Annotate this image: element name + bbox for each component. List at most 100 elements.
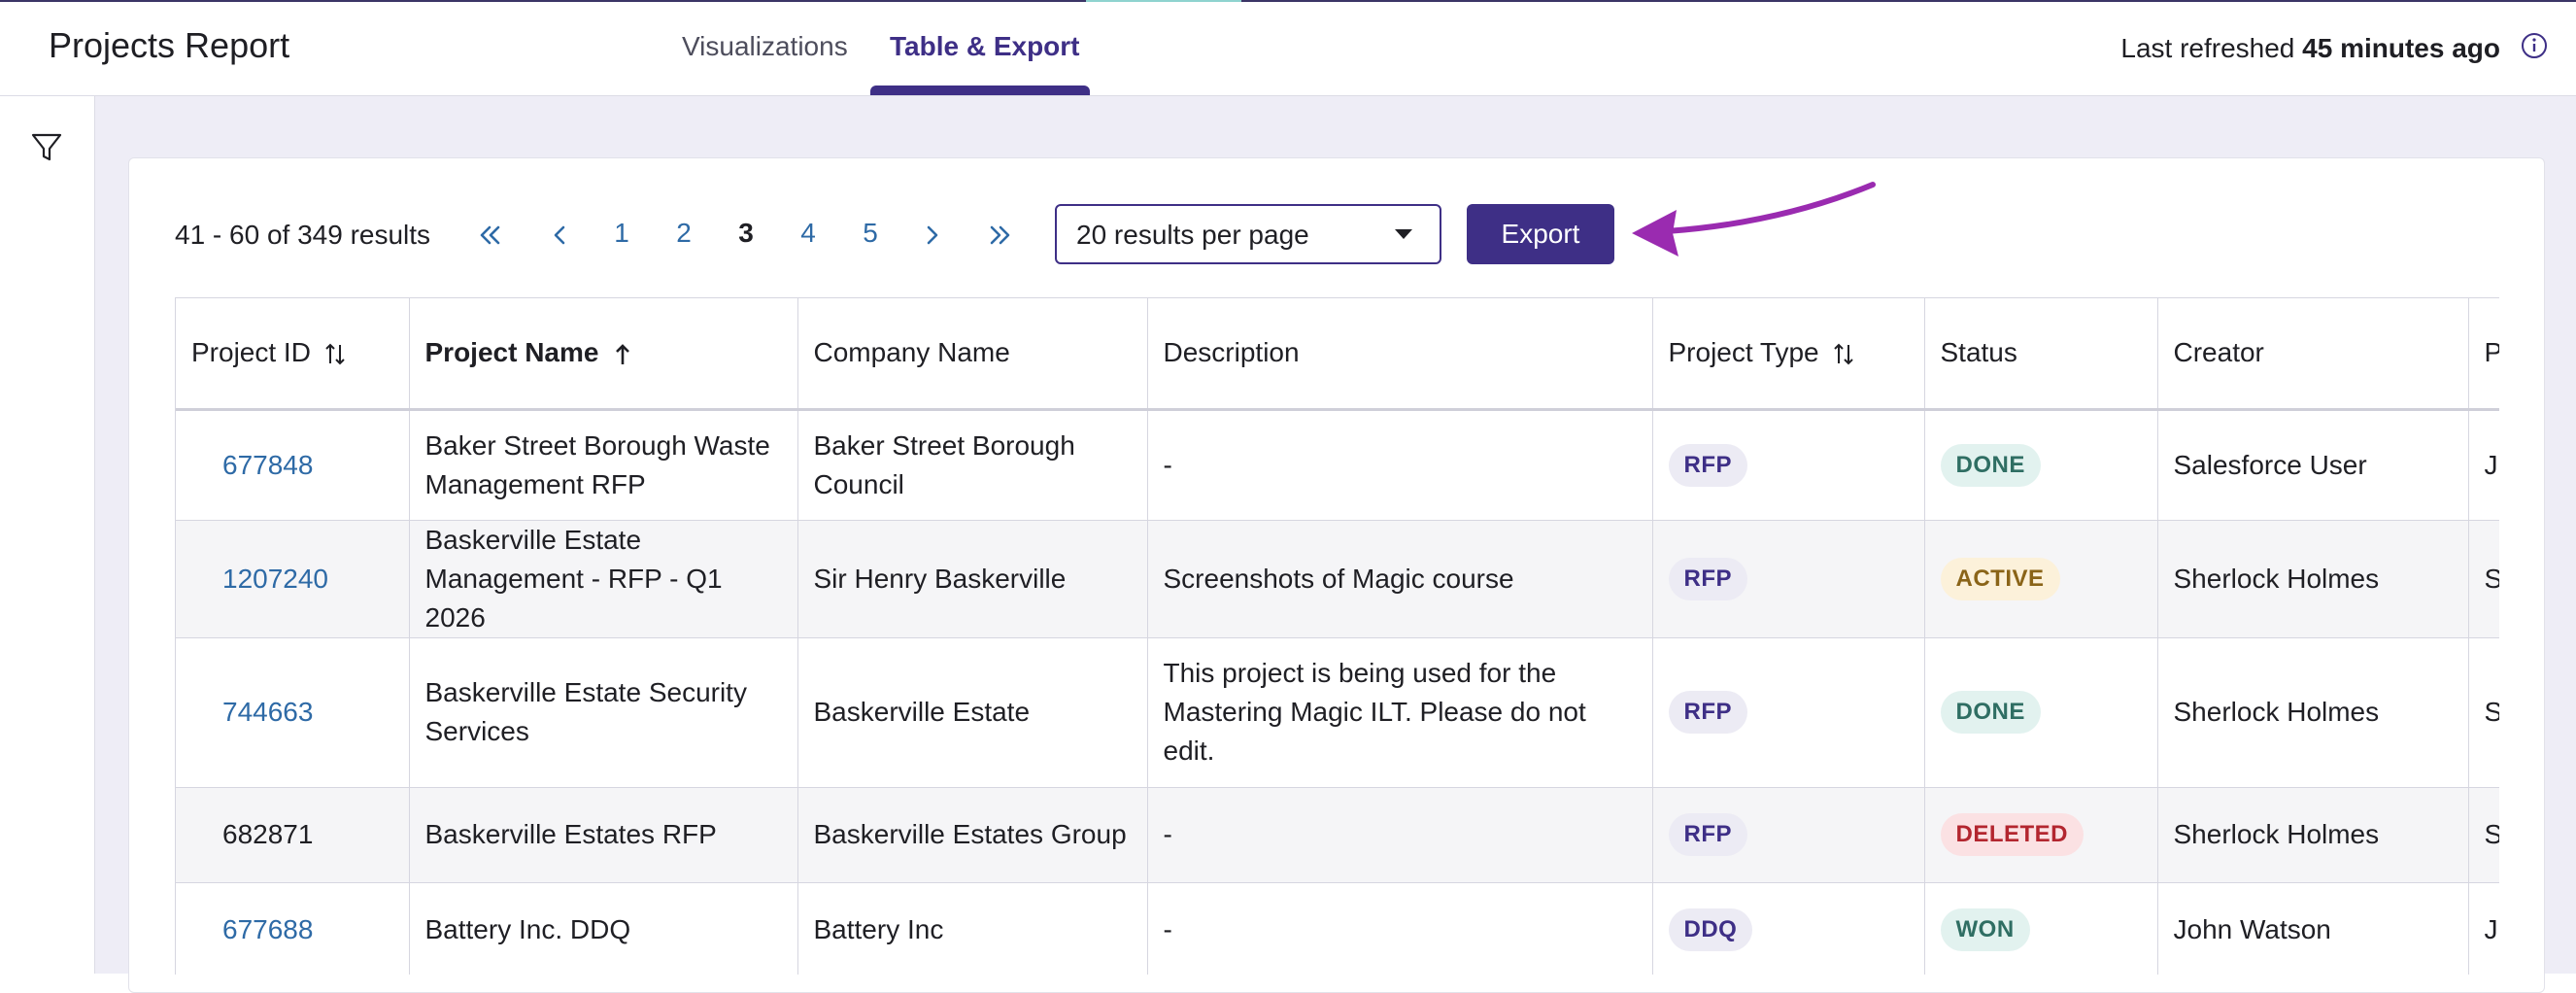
page-4[interactable]: 4 [789, 218, 828, 249]
next-page-icon[interactable] [917, 220, 948, 251]
creator: John Watson [2157, 882, 2469, 975]
project-type-cell: RFP [1652, 520, 1925, 638]
col-label: Project Name [424, 337, 599, 368]
last-page-icon[interactable] [985, 220, 1016, 251]
project-type-cell: RFP [1652, 409, 1925, 521]
company-name: Baskerville Estate [797, 637, 1148, 788]
table-header-row: Project ID Project Name Company Name Des… [176, 298, 2500, 411]
status-cell: DELETED [1924, 787, 2158, 883]
annotation-arrow [1632, 182, 1876, 257]
company-name: Battery Inc [797, 882, 1148, 975]
sort-ascending-icon[interactable] [612, 342, 633, 367]
type-badge: RFP [1668, 557, 1747, 600]
type-badge: RFP [1668, 443, 1747, 487]
type-badge: DDQ [1668, 908, 1753, 951]
creator: Sherlock Holmes [2157, 637, 2469, 788]
type-badge: RFP [1668, 813, 1747, 856]
col-project-id[interactable]: Project ID [176, 298, 410, 411]
description: - [1147, 882, 1653, 975]
project-name: Baskerville Estate Security Services [409, 637, 798, 788]
status-badge: DONE [1940, 443, 2041, 487]
refresh-prefix: Last refreshed [2120, 33, 2295, 63]
col-truncated: P [2468, 298, 2500, 411]
projects-table: Project ID Project Name Company Name Des… [175, 297, 2499, 975]
sort-icon[interactable] [324, 342, 346, 367]
info-icon[interactable] [2520, 31, 2549, 60]
project-id-link[interactable]: 744663 [176, 637, 410, 788]
refresh-value: 45 minutes ago [2302, 33, 2500, 63]
col-company-name: Company Name [797, 298, 1148, 411]
col-label: Description [1163, 337, 1300, 368]
project-type-cell: RFP [1652, 787, 1925, 883]
status-badge: DONE [1940, 691, 2041, 734]
col-label: P [2485, 337, 2500, 367]
project-id-link[interactable]: 1207240 [176, 520, 410, 638]
description: This project is being used for the Maste… [1147, 637, 1653, 788]
project-name: Baker Street Borough Waste Management RF… [409, 409, 798, 521]
previous-page-icon[interactable] [544, 220, 575, 251]
page-5[interactable]: 5 [851, 218, 890, 249]
active-tab-indicator [870, 86, 1090, 95]
filter-icon[interactable] [29, 130, 64, 165]
status-badge: WON [1940, 908, 2030, 951]
company-name: Baskerville Estates Group [797, 787, 1148, 883]
col-project-type[interactable]: Project Type [1652, 298, 1925, 411]
col-label: Project ID [191, 337, 311, 368]
status-cell: DONE [1924, 409, 2158, 521]
page-2[interactable]: 2 [664, 218, 703, 249]
tab-visualizations[interactable]: Visualizations [682, 31, 848, 62]
results-per-page-value: 20 results per page [1076, 220, 1309, 250]
company-name: Baker Street Borough Council [797, 409, 1148, 521]
status-cell: WON [1924, 882, 2158, 975]
left-sidebar [2, 96, 95, 974]
project-name: Baskerville Estate Management - RFP - Q1… [409, 520, 798, 638]
type-badge: RFP [1668, 691, 1747, 734]
col-status: Status [1924, 298, 2158, 411]
col-label: Project Type [1668, 337, 1819, 368]
project-id-link[interactable]: 677848 [176, 409, 410, 521]
table-row: 744663 Baskerville Estate Security Servi… [176, 637, 2499, 788]
project-type-cell: DDQ [1652, 882, 1925, 975]
page-title: Projects Report [49, 25, 290, 65]
creator: Sherlock Holmes [2157, 787, 2469, 883]
truncated-cell: S [2468, 637, 2499, 788]
table-row: 677848 Baker Street Borough Waste Manage… [176, 409, 2499, 521]
table-row: 677688 Battery Inc. DDQ Battery Inc - DD… [176, 882, 2499, 975]
status-badge: DELETED [1940, 813, 2085, 856]
results-per-page-select[interactable]: 20 results per page [1055, 204, 1441, 264]
tab-table-export[interactable]: Table & Export [890, 31, 1080, 62]
app-header: Projects Report Visualizations Table & E… [0, 2, 2576, 96]
table-row: 682871 Baskerville Estates RFP Baskervil… [176, 787, 2499, 883]
description: - [1147, 787, 1653, 883]
col-label: Status [1940, 337, 2017, 368]
truncated-cell: S [2468, 520, 2499, 638]
col-description: Description [1147, 298, 1653, 411]
results-count: 41 - 60 of 349 results [175, 220, 431, 250]
last-refreshed: Last refreshed 45 minutes ago [2120, 33, 2500, 64]
creator: Salesforce User [2157, 409, 2469, 521]
status-cell: ACTIVE [1924, 520, 2158, 638]
export-button[interactable]: Export [1467, 204, 1614, 264]
project-name: Baskerville Estates RFP [409, 787, 798, 883]
col-label: Company Name [813, 337, 1010, 368]
first-page-icon[interactable] [474, 220, 505, 251]
page-3-current[interactable]: 3 [727, 218, 765, 249]
table-row: 1207240 Baskerville Estate Management - … [176, 520, 2499, 638]
page-1[interactable]: 1 [602, 218, 641, 249]
col-project-name[interactable]: Project Name [409, 298, 798, 411]
creator: Sherlock Holmes [2157, 520, 2469, 638]
sort-icon[interactable] [1833, 342, 1854, 367]
status-badge: ACTIVE [1940, 557, 2060, 600]
project-id: 682871 [176, 787, 410, 883]
status-cell: DONE [1924, 637, 2158, 788]
truncated-cell: J [2468, 882, 2499, 975]
company-name: Sir Henry Baskerville [797, 520, 1148, 638]
truncated-cell: S [2468, 787, 2499, 883]
project-name: Battery Inc. DDQ [409, 882, 798, 975]
col-label: Creator [2173, 337, 2264, 368]
col-creator: Creator [2157, 298, 2469, 411]
description: - [1147, 409, 1653, 521]
project-id-link[interactable]: 677688 [176, 882, 410, 975]
description: Screenshots of Magic course [1147, 520, 1653, 638]
project-type-cell: RFP [1652, 637, 1925, 788]
